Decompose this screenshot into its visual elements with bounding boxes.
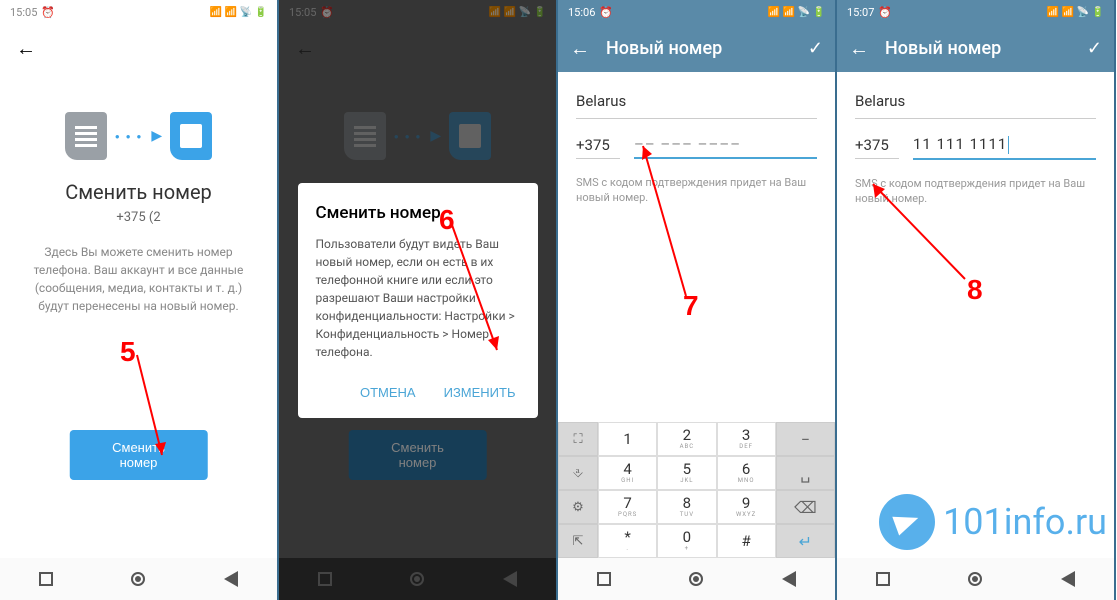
- nav-bar: [837, 558, 1114, 600]
- nav-bar: [0, 558, 277, 600]
- key-2[interactable]: 2ABC: [657, 422, 716, 456]
- watermark-text: 101info.ru: [943, 501, 1107, 543]
- country-code-field[interactable]: +375: [576, 132, 620, 159]
- nav-bar: [558, 558, 835, 600]
- header: ←: [0, 24, 277, 72]
- key-enter-icon[interactable]: ↵: [776, 524, 835, 558]
- nav-recent-icon[interactable]: [39, 572, 53, 586]
- arrow-7: [636, 136, 696, 306]
- current-phone: +375 (2: [0, 210, 277, 225]
- key-star[interactable]: *.: [598, 524, 657, 558]
- annotation-8: 8: [967, 274, 983, 306]
- key-7[interactable]: 7PQRS: [598, 490, 657, 524]
- cancel-button[interactable]: ОТМЕНА: [356, 377, 420, 408]
- submit-icon[interactable]: ✓: [808, 38, 823, 59]
- nav-back-icon[interactable]: [1061, 571, 1075, 587]
- status-icons: 📶 📶 📡 🔋: [768, 7, 825, 18]
- status-icons: 📶 📶 📡 🔋: [1047, 7, 1104, 18]
- status-bar: 15:06 ⏰ 📶 📶 📡 🔋: [558, 0, 835, 24]
- annotation-5: 5: [120, 336, 136, 368]
- key-1[interactable]: 1: [598, 422, 657, 456]
- phone-number-field[interactable]: 11 111 1111: [913, 131, 1096, 160]
- sim-new-icon: [170, 112, 212, 160]
- alarm-icon: ⏰: [599, 6, 613, 19]
- country-field[interactable]: Belarus: [855, 84, 1096, 119]
- key-4[interactable]: 4GHI: [598, 456, 657, 490]
- status-time: 15:07: [847, 6, 874, 19]
- telegram-logo-icon: [879, 494, 935, 550]
- nav-home-icon[interactable]: [689, 572, 703, 586]
- header: ← Новый номер ✓: [558, 24, 835, 72]
- screen-3: 15:06 ⏰ 📶 📶 📡 🔋 ← Новый номер ✓ Belarus …: [558, 0, 837, 600]
- illustration: ● ● ●▶: [0, 112, 277, 160]
- key-8[interactable]: 8TUV: [657, 490, 716, 524]
- nav-recent-icon[interactable]: [876, 572, 890, 586]
- key-9[interactable]: 9WXYZ: [717, 490, 776, 524]
- back-icon[interactable]: ←: [849, 36, 869, 61]
- header-title: Новый номер: [885, 38, 1087, 59]
- watermark: 101info.ru: [879, 494, 1107, 550]
- country-code-field[interactable]: +375: [855, 132, 899, 159]
- kp-expand-icon[interactable]: ⛶: [558, 422, 598, 456]
- status-bar: 15:07 ⏰ 📶 📶 📡 🔋: [837, 0, 1114, 24]
- description: Здесь Вы можете сменить номер телефона. …: [0, 243, 277, 315]
- alarm-icon: ⏰: [41, 6, 55, 19]
- alarm-icon: ⏰: [878, 6, 892, 19]
- status-bar: 15:05 ⏰ 📶 📶 📡 🔋: [0, 0, 277, 24]
- back-icon[interactable]: ←: [16, 36, 36, 61]
- nav-home-icon[interactable]: [968, 572, 982, 586]
- key-space[interactable]: ␣: [776, 456, 835, 490]
- key-hash[interactable]: #: [717, 524, 776, 558]
- nav-back-icon[interactable]: [782, 571, 796, 587]
- key-3[interactable]: 3DEF: [717, 422, 776, 456]
- country-field[interactable]: Belarus: [576, 84, 817, 119]
- screen-2: 15:05 ⏰ 📶 📶 📡 🔋 ← ● ● ●▶ Сменить номер С…: [279, 0, 558, 600]
- sms-hint: SMS с кодом подтверждения придет на Ваш …: [576, 175, 817, 206]
- back-icon[interactable]: ←: [570, 36, 590, 61]
- nav-back-icon[interactable]: [224, 571, 238, 587]
- dialog-overlay[interactable]: Сменить номер Пользователи будут видеть …: [279, 0, 556, 600]
- annotation-6: 6: [439, 204, 455, 236]
- key-5[interactable]: 5JKL: [657, 456, 716, 490]
- sim-old-icon: [65, 112, 107, 160]
- annotation-7: 7: [683, 290, 699, 322]
- arrow-5: [132, 350, 172, 470]
- numeric-keypad: ⛶ 1 2ABC 3DEF − ⎀ 4GHI 5JKL 6MNO ␣ ⚙ 7PQ…: [558, 422, 835, 558]
- arrow-6: [447, 220, 507, 365]
- key-minus[interactable]: −: [776, 422, 835, 456]
- kp-share-icon[interactable]: ⇱: [558, 524, 598, 558]
- nav-home-icon[interactable]: [131, 572, 145, 586]
- nav-recent-icon[interactable]: [597, 572, 611, 586]
- screen-1: 15:05 ⏰ 📶 📶 📡 🔋 ← ● ● ●▶ Сменить номер +…: [0, 0, 279, 600]
- status-icons: 📶 📶 📡 🔋: [210, 7, 267, 18]
- key-6[interactable]: 6MNO: [717, 456, 776, 490]
- status-time: 15:05: [10, 6, 37, 19]
- kp-settings-icon[interactable]: ⚙: [558, 490, 598, 524]
- key-backspace-icon[interactable]: ⌫: [776, 490, 835, 524]
- arrow-8: [865, 174, 975, 294]
- status-time: 15:06: [568, 6, 595, 19]
- header: ← Новый номер ✓: [837, 24, 1114, 72]
- page-title: Сменить номер: [0, 180, 277, 204]
- key-0[interactable]: 0+: [657, 524, 716, 558]
- kp-cursor-icon[interactable]: ⎀: [558, 456, 598, 490]
- confirm-button[interactable]: ИЗМЕНИТЬ: [440, 377, 520, 408]
- header-title: Новый номер: [606, 38, 808, 59]
- submit-icon[interactable]: ✓: [1087, 38, 1102, 59]
